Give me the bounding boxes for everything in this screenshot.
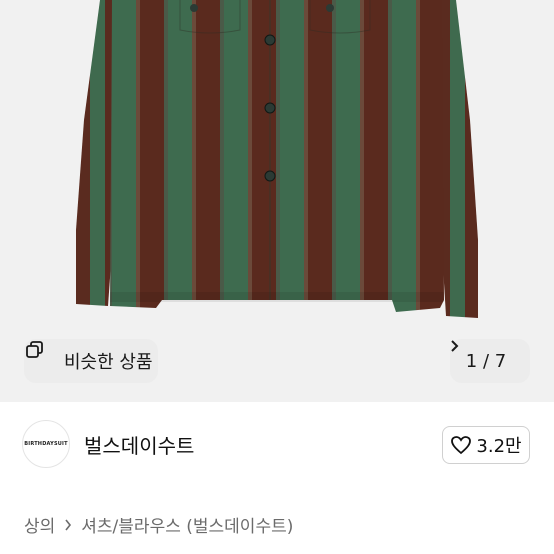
- similar-products-button[interactable]: 비슷한 상품: [24, 339, 158, 383]
- similar-products-label: 비슷한 상품: [64, 352, 153, 373]
- avatar-logo-text: BIRTHDAYSUIT: [24, 441, 68, 447]
- copy-icon: [26, 341, 58, 372]
- avatar[interactable]: BIRTHDAYSUIT: [22, 420, 70, 468]
- like-count: 3.2만: [476, 436, 522, 457]
- product-image[interactable]: 비슷한 상품 1 / 7: [0, 0, 554, 402]
- heart-icon: [450, 435, 472, 455]
- shop-name[interactable]: 벌스데이수트: [84, 430, 194, 459]
- gallery-counter-button[interactable]: 1 / 7: [450, 339, 530, 383]
- breadcrumb: 상의 셔츠/블라우스 (벌스데이수트): [24, 512, 293, 537]
- breadcrumb-subcategory[interactable]: 셔츠/블라우스 (벌스데이수트): [81, 512, 293, 537]
- chevron-right-icon: [64, 519, 72, 531]
- like-button[interactable]: 3.2만: [442, 426, 530, 464]
- breadcrumb-category[interactable]: 상의: [24, 512, 55, 537]
- gallery-counter: 1 / 7: [465, 350, 507, 372]
